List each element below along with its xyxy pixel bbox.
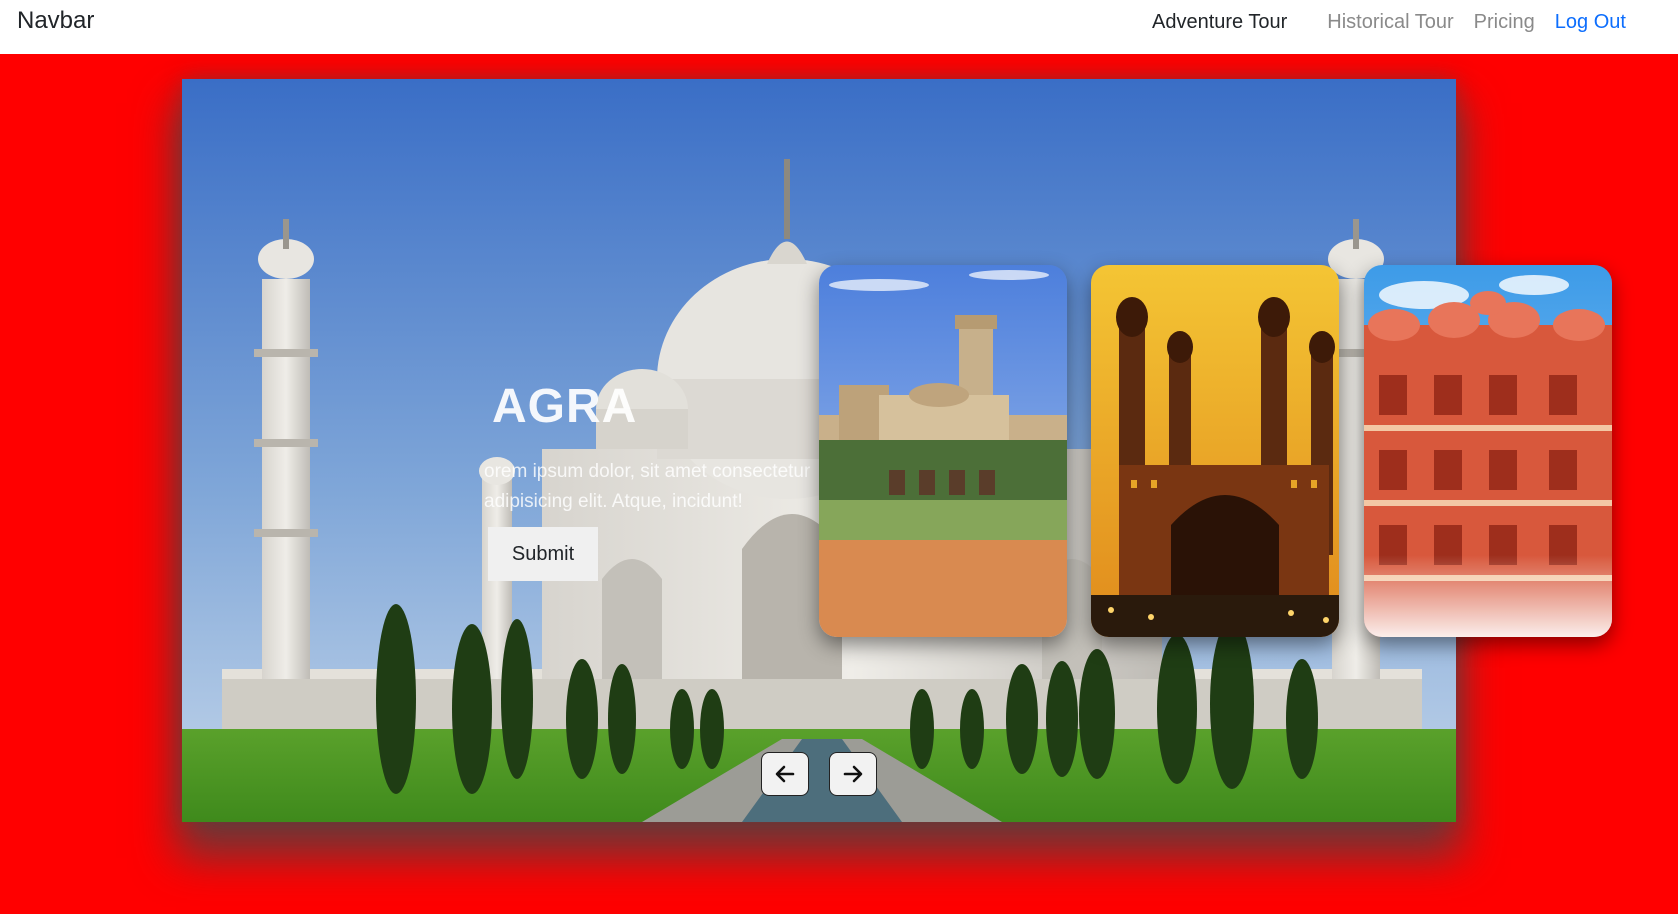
charminar-image	[1091, 265, 1339, 637]
palace-image	[819, 265, 1067, 637]
arrow-left-icon	[775, 765, 795, 783]
navbar: Navbar Adventure Tour Historical Tour Pr…	[0, 0, 1678, 54]
arrow-right-icon	[843, 765, 863, 783]
nav-link-historical-tour[interactable]: Historical Tour	[1327, 10, 1453, 34]
navbar-brand[interactable]: Navbar	[17, 6, 94, 36]
nav-link-log-out[interactable]: Log Out	[1555, 10, 1626, 34]
submit-button[interactable]: Submit	[488, 527, 598, 581]
nav-link-adventure-tour[interactable]: Adventure Tour	[1152, 10, 1287, 34]
palace-card[interactable]	[819, 265, 1067, 637]
next-slide-button[interactable]	[829, 752, 877, 796]
prev-slide-button[interactable]	[761, 752, 809, 796]
hero-carousel: AGRA orem ipsum dolor, sit amet consecte…	[0, 54, 1678, 914]
slide-description: orem ipsum dolor, sit amet consectetur a…	[484, 461, 811, 512]
nav-links: Adventure Tour Historical Tour Pricing L…	[1152, 8, 1626, 36]
nav-link-pricing[interactable]: Pricing	[1474, 10, 1535, 34]
hawa-mahal-card[interactable]	[1364, 265, 1612, 637]
slide-title: AGRA	[492, 380, 638, 433]
hawa-mahal-image	[1364, 265, 1612, 637]
charminar-card[interactable]	[1091, 265, 1339, 637]
